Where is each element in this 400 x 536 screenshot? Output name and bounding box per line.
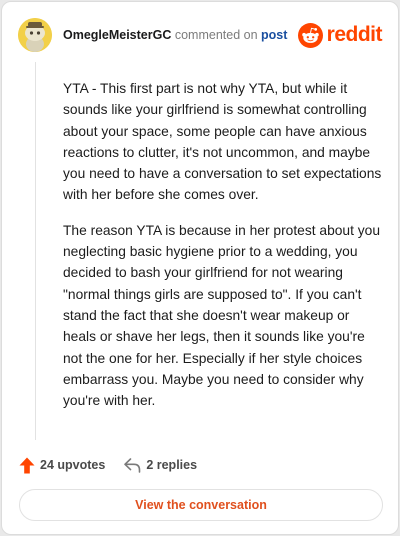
comment-stats: 24 upvotes 2 replies [19,455,197,475]
post-link[interactable]: post [261,28,287,42]
reddit-logo[interactable]: reddit [297,22,383,48]
reddit-alien-icon [297,22,323,48]
comment-body: YTA - This first part is not why YTA, bu… [63,78,385,425]
comment-paragraph: YTA - This first part is not why YTA, bu… [63,81,382,203]
replies-button[interactable]: 2 replies [124,457,198,473]
comment-header: OmegleMeisterGC commented on post reddit [18,18,383,52]
reddit-wordmark: reddit [326,23,383,46]
comment-paragraph: The reason YTA is because in her protest… [63,222,381,409]
avatar[interactable] [18,18,52,52]
byline-verb: commented on [174,28,258,42]
comment-card: OmegleMeisterGC commented on post reddit… [1,1,399,535]
byline: OmegleMeisterGC commented on post [63,28,287,42]
thread-line [35,62,36,440]
upvote-count: 24 upvotes [40,458,106,472]
upvote-arrow-icon [19,457,35,473]
reply-arrow-icon [124,457,141,473]
replies-count: 2 replies [146,458,198,472]
username-link[interactable]: OmegleMeisterGC [63,28,171,42]
upvote-button[interactable]: 24 upvotes [19,457,105,474]
snoo-avatar-icon [18,18,52,52]
view-conversation-button[interactable]: View the conversation [19,489,383,521]
